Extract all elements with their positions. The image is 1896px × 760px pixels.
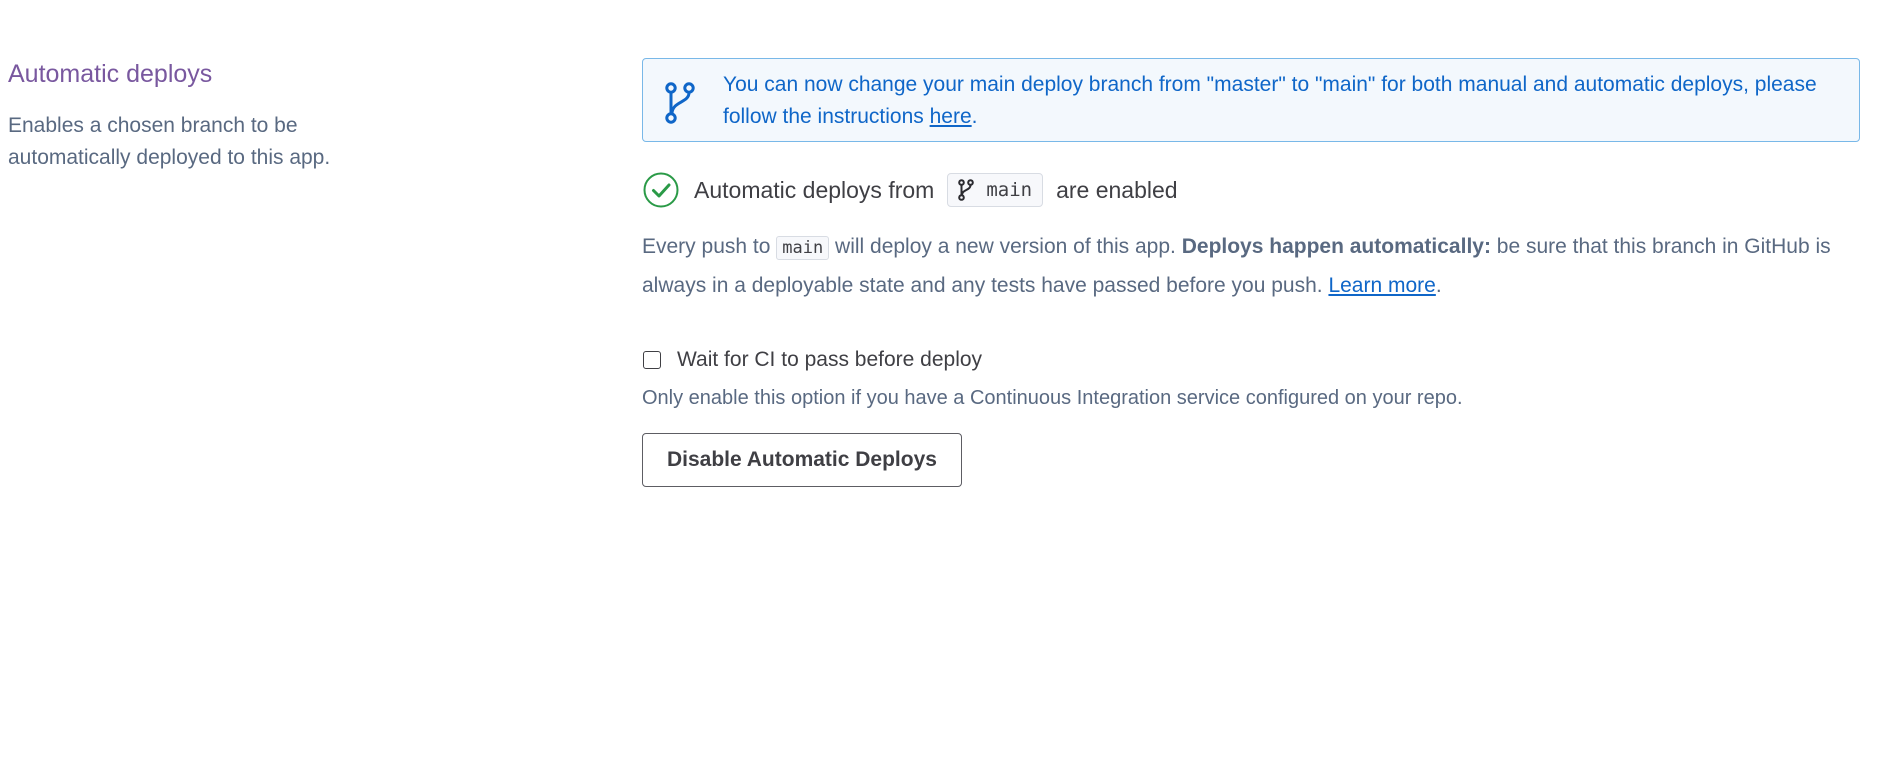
push-desc-part1: Every push to [642,235,777,258]
push-description: Every push to main will deploy a new ver… [642,228,1860,305]
wait-for-ci-label[interactable]: Wait for CI to pass before deploy [677,348,982,372]
branch-name: main [986,179,1033,201]
status-suffix: are enabled [1056,176,1178,203]
section-content: You can now change your main deploy bran… [642,58,1860,487]
instructions-link[interactable]: here [930,105,972,128]
ci-hint: Only enable this option if you have a Co… [642,387,1463,409]
push-desc-bold: Deploys happen automatically: [1181,235,1491,258]
section-header: Automatic deploys Enables a chosen branc… [8,56,408,174]
push-desc-part4: . [1435,274,1442,297]
section-description: Enables a chosen branch to be automatica… [8,114,331,169]
section-title: Automatic deploys [8,60,213,88]
branch-code: main [776,236,830,260]
disable-automatic-deploys-button[interactable]: Disable Automatic Deploys [642,433,962,487]
git-branch-icon [665,82,695,124]
status-prefix: Automatic deploys from [694,176,935,203]
info-banner-message: You can now change your main deploy bran… [723,73,1817,128]
branch-pill: main [947,173,1044,207]
automatic-deploys-page: Automatic deploys Enables a chosen branc… [0,0,1896,760]
info-banner: You can now change your main deploy bran… [642,58,1860,142]
info-banner-text: You can now change your main deploy bran… [723,69,1839,133]
git-branch-icon [958,179,975,201]
wait-for-ci-checkbox[interactable] [643,351,661,369]
push-desc-part2: will deploy a new version of this app. [829,235,1182,258]
info-banner-period: . [971,105,978,128]
ci-option-row: Wait for CI to pass before deploy [642,345,1860,375]
learn-more-link[interactable]: Learn more [1328,274,1435,297]
status-row: Automatic deploys from main are enabled [642,170,1860,210]
check-circle-icon [643,172,679,208]
